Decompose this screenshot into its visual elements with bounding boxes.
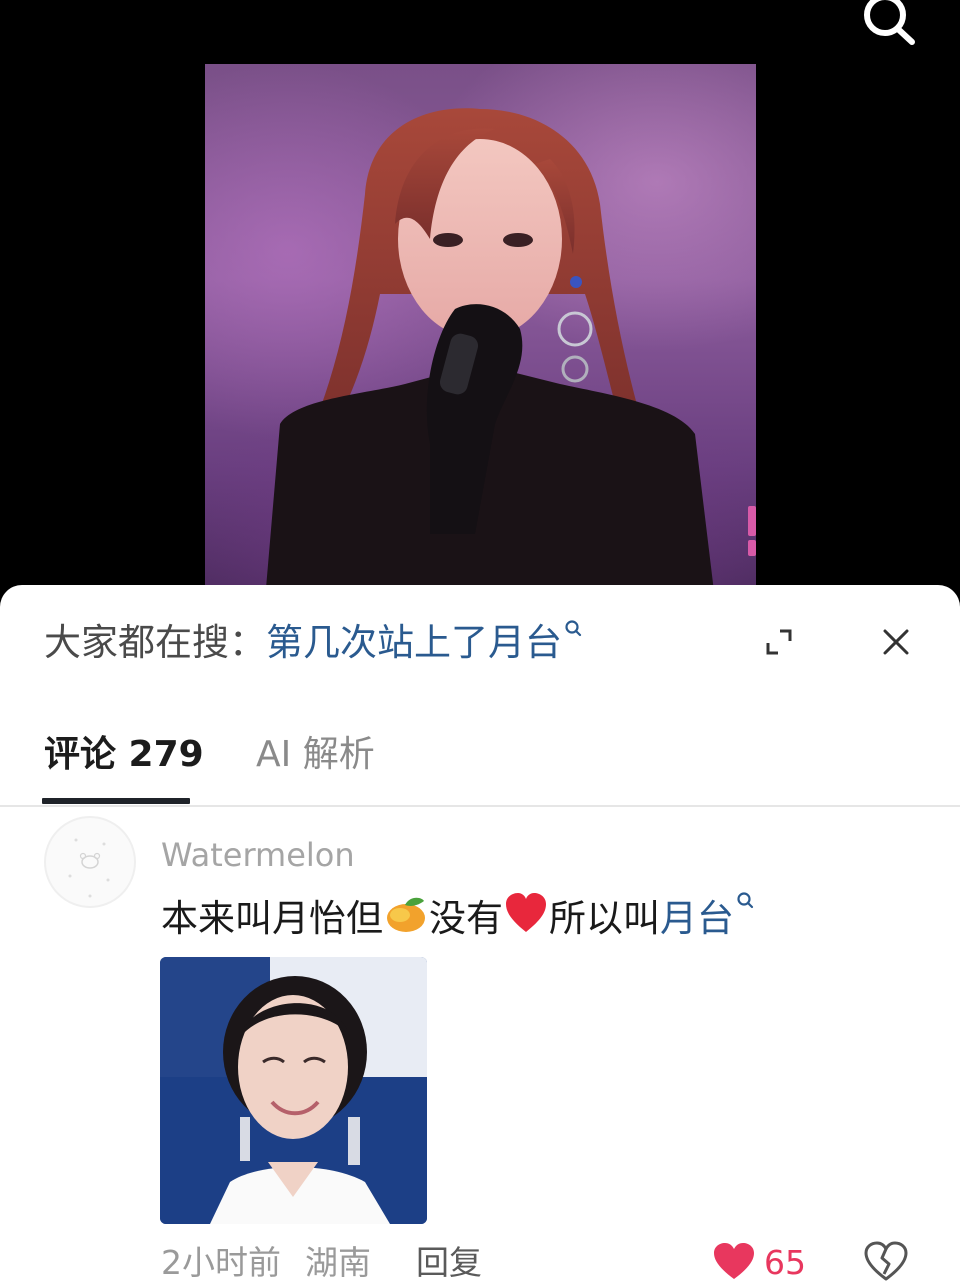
like-button[interactable] — [712, 1241, 756, 1281]
sheet-header: 大家都在搜：第几次站上了月台 — [0, 585, 960, 695]
hot-search-bar: 大家都在搜：第几次站上了月台 — [44, 619, 582, 667]
reply-button[interactable]: 回复 — [416, 1239, 482, 1281]
comment-text: 本来叫月怡但 没有 所以叫月台 — [161, 891, 754, 943]
comment-search-link[interactable]: 月台 — [660, 897, 734, 940]
avatar[interactable] — [44, 816, 136, 908]
performer-image — [265, 108, 715, 600]
close-icon — [883, 629, 909, 655]
search-icon — [737, 892, 754, 909]
search-button[interactable] — [852, 0, 924, 50]
comment-image[interactable] — [160, 957, 427, 1224]
dislike-button[interactable] — [864, 1241, 908, 1281]
broken-heart-icon — [864, 1241, 908, 1281]
search-icon — [864, 0, 915, 45]
comment-text-part: 本来叫月怡但 — [161, 897, 383, 940]
comment-username[interactable]: Watermelon — [161, 834, 355, 876]
red-heart-emoji — [506, 893, 546, 932]
comment-photo — [160, 957, 427, 1224]
expand-icon — [766, 629, 792, 655]
expand-button[interactable] — [762, 625, 796, 659]
comment-text-part: 所以叫 — [549, 897, 660, 940]
close-button[interactable] — [879, 625, 913, 659]
active-tab-indicator — [42, 798, 190, 804]
comment-text-part: 没有 — [429, 897, 503, 940]
tab-comments[interactable]: 评论 279 — [44, 731, 204, 779]
tab-ai-analysis[interactable]: AI 解析 — [256, 731, 375, 779]
stage-light — [748, 506, 756, 536]
hot-search-query[interactable]: 第几次站上了月台 — [266, 621, 562, 664]
comment-sheet: 大家都在搜：第几次站上了月台 评论 279 AI 解析 Watermelon 本… — [0, 585, 960, 1281]
tab-bar: 评论 279 AI 解析 — [0, 703, 960, 807]
search-icon — [565, 620, 582, 637]
comment-item: Watermelon 本来叫月怡但 没有 所以叫月台 2小时前 湖南 回复 65 — [0, 805, 960, 1281]
avatar-placeholder-icon — [68, 838, 110, 898]
like-count: 65 — [764, 1243, 806, 1281]
comment-meta: 2小时前 湖南 回复 65 — [0, 1239, 960, 1281]
comment-time: 2小时前 — [161, 1243, 281, 1281]
video-frame — [205, 64, 756, 600]
heart-icon — [714, 1243, 754, 1279]
hot-search-prefix: 大家都在搜： — [44, 621, 266, 664]
comment-location: 湖南 — [305, 1243, 371, 1281]
video-player[interactable] — [0, 0, 960, 600]
mango-emoji — [387, 897, 425, 932]
stage-light — [748, 540, 756, 556]
